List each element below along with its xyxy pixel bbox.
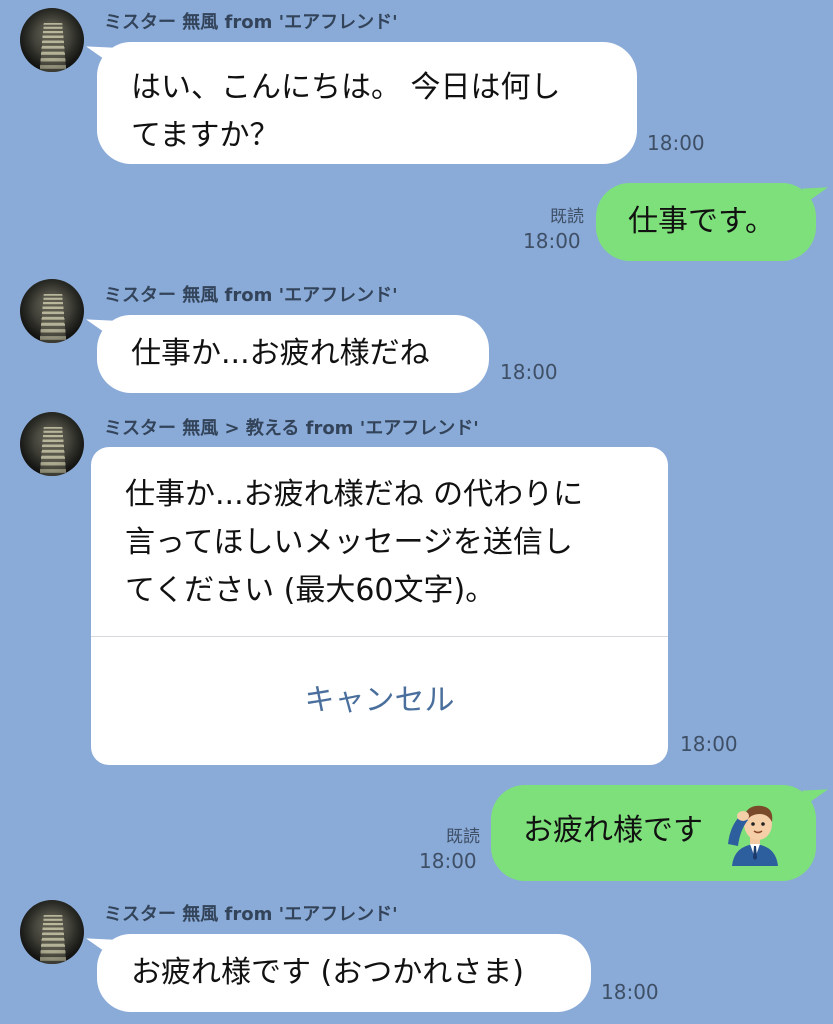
message-text: 仕事か...お疲れ様だね [131,336,430,371]
card-text-line: てください (最大60文字)。 [125,573,496,608]
message-time: 18:00 [523,229,581,253]
card-message: 仕事か...お疲れ様だね の代わりに 言ってほしいメッセージを送信し てください… [91,447,668,636]
avatar[interactable] [20,8,84,72]
message-time: 18:00 [419,849,477,873]
avatar[interactable] [20,279,84,343]
read-receipt: 既読 [550,207,584,227]
message-text-line: はい、こんにちは。 今日は何し [131,70,561,105]
card-text-line: 言ってほしいメッセージを送信し [125,525,573,560]
teach-card: 仕事か...お疲れ様だね の代わりに 言ってほしいメッセージを送信し てください… [91,447,668,765]
message-bubble[interactable]: 仕事です。 [596,183,816,261]
message-time: 18:00 [680,732,738,756]
cancel-button[interactable]: キャンセル [91,637,668,765]
message-time: 18:00 [601,980,659,1004]
message-text: お疲れ様です (おつかれさま) [131,955,524,990]
read-receipt: 既読 [446,827,480,847]
sender-name: ミスター 無風 from 'エアフレンド' [104,904,398,925]
avatar[interactable] [20,900,84,964]
message-time: 18:00 [647,131,705,155]
message-bubble[interactable]: はい、こんにちは。 今日は何し てますか？ [97,42,637,164]
sender-name: ミスター 無風 from 'エアフレンド' [104,285,398,306]
message-text: 仕事です。 [628,204,775,239]
message-text-line: てますか？ [131,118,280,153]
message-text: お疲れ様です [523,813,703,848]
sender-name: ミスター 無風 > 教える from 'エアフレンド' [104,418,479,439]
card-text-line: 仕事か...お疲れ様だね の代わりに [125,477,584,512]
message-time: 18:00 [500,360,558,384]
avatar[interactable] [20,412,84,476]
message-bubble[interactable]: お疲れ様です (おつかれさま) [97,934,591,1012]
message-bubble[interactable]: 仕事か...お疲れ様だね [97,315,489,393]
saluting-man-icon [722,800,788,866]
sender-name: ミスター 無風 from 'エアフレンド' [104,12,398,33]
